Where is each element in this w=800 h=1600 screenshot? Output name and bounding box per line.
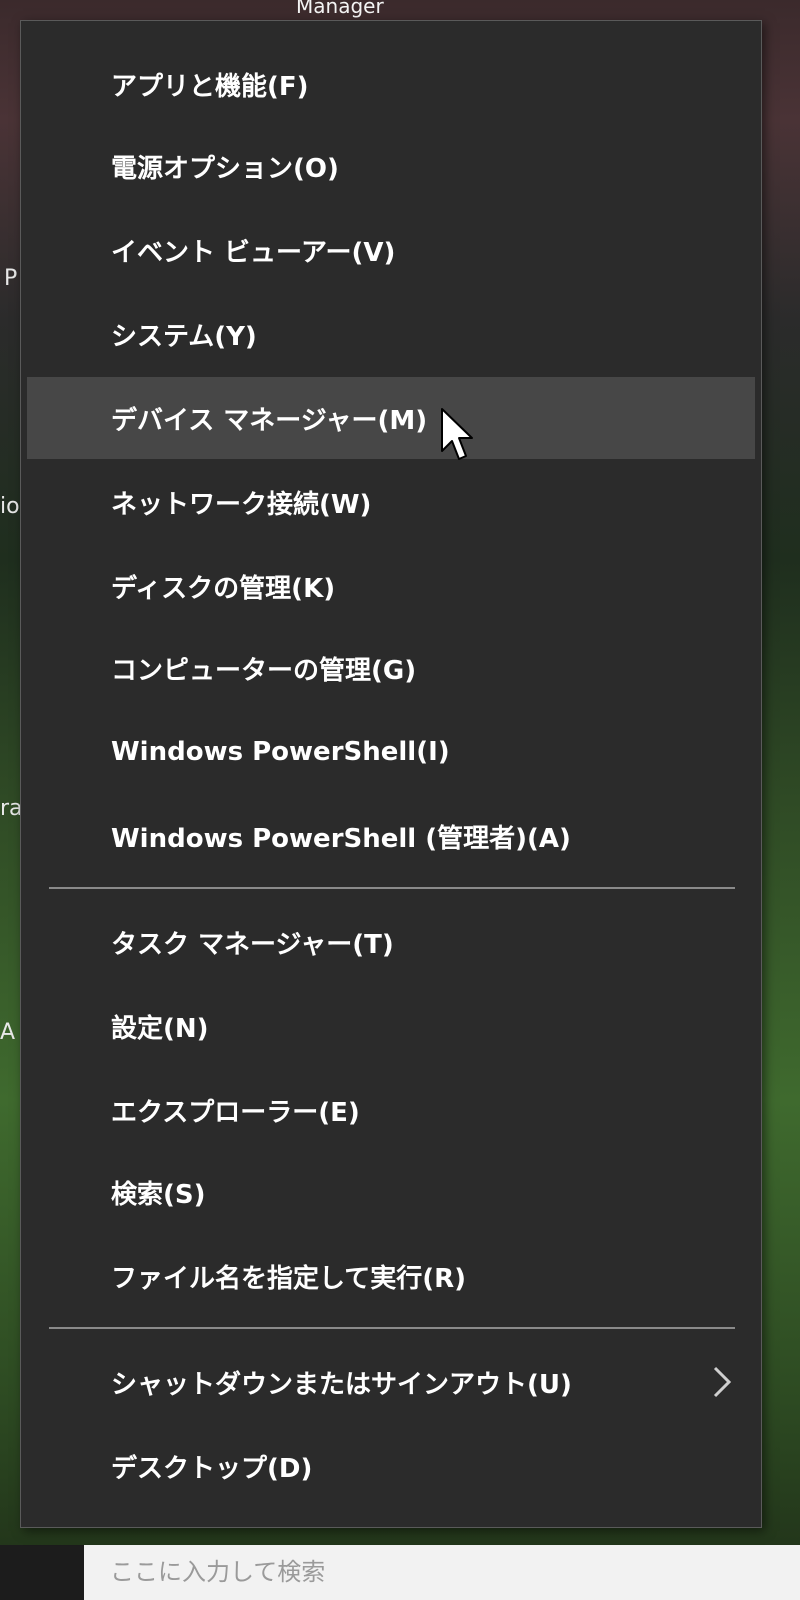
menu-item-label: システム(Y) bbox=[111, 321, 257, 352]
menu-item-device-manager[interactable]: デバイス マネージャー(M) bbox=[27, 377, 755, 459]
winx-context-menu: アプリと機能(F) 電源オプション(O) イベント ビューアー(V) システム(… bbox=[20, 20, 762, 1528]
menu-item-event-viewer[interactable]: イベント ビューアー(V) bbox=[27, 209, 755, 291]
menu-item-label: ファイル名を指定して実行(R) bbox=[111, 1263, 467, 1294]
menu-item-settings[interactable]: 設定(N) bbox=[27, 985, 755, 1067]
menu-item-label: コンピューターの管理(G) bbox=[111, 655, 417, 686]
background-text-fragment: P bbox=[4, 266, 18, 291]
menu-item-label: エクスプローラー(E) bbox=[111, 1097, 360, 1128]
menu-item-power-options[interactable]: 電源オプション(O) bbox=[27, 125, 755, 207]
menu-item-label: 電源オプション(O) bbox=[111, 153, 339, 184]
menu-item-label: 検索(S) bbox=[111, 1179, 206, 1210]
menu-item-label: 設定(N) bbox=[111, 1013, 209, 1044]
chevron-right-icon bbox=[713, 1366, 732, 1398]
menu-item-label: タスク マネージャー(T) bbox=[111, 929, 394, 960]
taskbar-search-placeholder: ここに入力して検索 bbox=[110, 1558, 326, 1586]
menu-item-windows-powershell[interactable]: Windows PowerShell(I) bbox=[27, 711, 755, 793]
menu-item-shutdown-or-sign-out[interactable]: シャットダウンまたはサインアウト(U) bbox=[27, 1341, 755, 1423]
menu-separator bbox=[49, 1327, 735, 1329]
menu-item-label: イベント ビューアー(V) bbox=[111, 237, 396, 268]
background-text-fragment: io bbox=[0, 494, 20, 519]
menu-separator bbox=[49, 887, 735, 889]
menu-item-label: シャットダウンまたはサインアウト(U) bbox=[111, 1369, 572, 1400]
background-window-title: Manager bbox=[296, 0, 384, 18]
mouse-pointer-icon bbox=[441, 408, 473, 460]
background-text-fragment: A bbox=[0, 1020, 16, 1045]
menu-item-label: ディスクの管理(K) bbox=[111, 573, 336, 604]
menu-item-label: Windows PowerShell(I) bbox=[111, 737, 450, 767]
menu-item-task-manager[interactable]: タスク マネージャー(T) bbox=[27, 901, 755, 983]
menu-item-file-explorer[interactable]: エクスプローラー(E) bbox=[27, 1069, 755, 1151]
menu-item-search[interactable]: 検索(S) bbox=[27, 1151, 755, 1233]
menu-item-network-connections[interactable]: ネットワーク接続(W) bbox=[27, 461, 755, 543]
menu-item-label: デバイス マネージャー(M) bbox=[111, 405, 428, 436]
menu-item-label: アプリと機能(F) bbox=[111, 71, 309, 102]
menu-item-label: ネットワーク接続(W) bbox=[111, 489, 372, 520]
menu-item-disk-management[interactable]: ディスクの管理(K) bbox=[27, 545, 755, 627]
menu-item-run[interactable]: ファイル名を指定して実行(R) bbox=[27, 1235, 755, 1317]
menu-item-label: Windows PowerShell (管理者)(A) bbox=[111, 823, 571, 854]
menu-item-system[interactable]: システム(Y) bbox=[27, 293, 755, 375]
start-button[interactable] bbox=[0, 1545, 84, 1600]
menu-item-apps-and-features[interactable]: アプリと機能(F) bbox=[27, 43, 755, 125]
menu-item-desktop[interactable]: デスクトップ(D) bbox=[27, 1425, 755, 1507]
menu-item-label: デスクトップ(D) bbox=[111, 1453, 313, 1484]
menu-item-computer-management[interactable]: コンピューターの管理(G) bbox=[27, 627, 755, 709]
menu-item-windows-powershell-admin[interactable]: Windows PowerShell (管理者)(A) bbox=[27, 795, 755, 877]
